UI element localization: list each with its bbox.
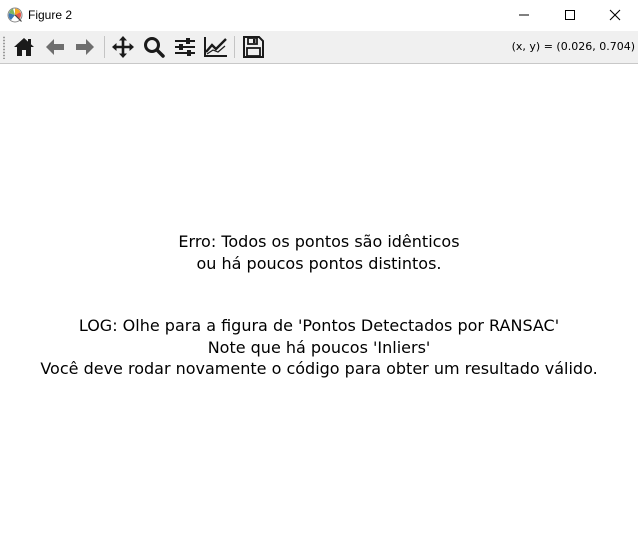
cursor-coordinates: (x, y) = (0.026, 0.704) — [511, 40, 635, 53]
toolbar-separator — [234, 36, 235, 58]
figure-canvas[interactable]: Erro: Todos os pontos são idênticos ou h… — [0, 64, 638, 544]
window-title: Figure 2 — [28, 8, 73, 22]
pan-button[interactable] — [109, 33, 137, 61]
error-message-line: Erro: Todos os pontos são idênticos — [178, 232, 460, 251]
toolbar-grip[interactable] — [3, 36, 5, 59]
floppy-disk-icon — [243, 36, 264, 58]
configure-subplots-button[interactable] — [171, 33, 199, 61]
minimize-icon — [519, 14, 529, 16]
maximize-icon — [565, 10, 575, 20]
close-icon — [609, 9, 621, 21]
edit-axes-button[interactable] — [202, 33, 230, 61]
error-message-line: ou há poucos pontos distintos. — [196, 254, 442, 273]
forward-button[interactable] — [71, 33, 99, 61]
sliders-icon — [175, 38, 195, 56]
log-message-line: Note que há poucos 'Inliers' — [207, 338, 431, 357]
figure-window: Figure 2 (x, y) = (0.026, 0.704) Erro: T… — [0, 0, 638, 544]
save-figure-button[interactable] — [239, 33, 267, 61]
arrow-right-icon — [76, 39, 94, 55]
magnifier-icon — [144, 37, 165, 58]
home-icon — [14, 38, 34, 56]
back-button[interactable] — [41, 33, 69, 61]
home-button[interactable] — [10, 33, 38, 61]
maximize-button[interactable] — [547, 0, 593, 30]
title-bar: Figure 2 — [0, 0, 638, 30]
matplotlib-logo-icon — [7, 7, 23, 23]
arrow-left-icon — [46, 39, 64, 55]
zoom-button[interactable] — [140, 33, 168, 61]
log-message-line: Você deve rodar novamente o código para … — [40, 359, 598, 378]
line-chart-icon — [204, 37, 227, 57]
navigation-toolbar: (x, y) = (0.026, 0.704) — [0, 31, 638, 63]
close-button[interactable] — [592, 0, 638, 30]
move-icon — [112, 36, 134, 58]
log-message-line: LOG: Olhe para a figura de 'Pontos Detec… — [78, 316, 560, 335]
minimize-button[interactable] — [501, 0, 547, 30]
toolbar-separator — [104, 36, 105, 58]
